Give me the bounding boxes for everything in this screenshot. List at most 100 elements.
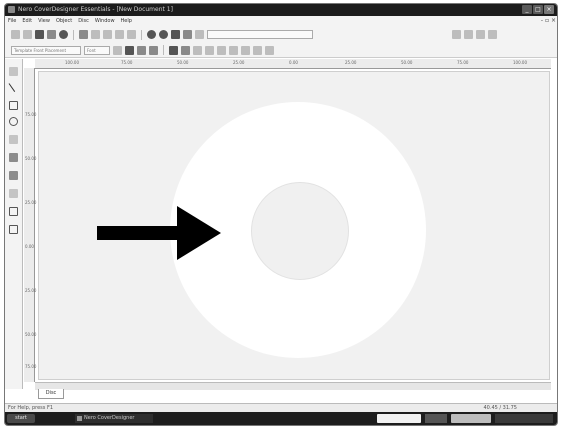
layer-icon[interactable] <box>241 45 250 55</box>
globe-icon[interactable] <box>59 30 68 39</box>
window-title: Nero CoverDesigner Essentials - [New Doc… <box>18 6 173 13</box>
taskbar-tray-field[interactable] <box>377 414 421 423</box>
status-help-text: For Help, press F1 <box>8 405 54 411</box>
menu-window[interactable]: Window <box>95 18 115 24</box>
app-icon <box>8 6 15 13</box>
toolbar-separator <box>141 29 142 40</box>
disc-center-hole[interactable] <box>251 182 349 280</box>
ruler-tick: 50.00 <box>25 332 37 337</box>
taskbar: start Nero CoverDesigner <box>5 412 557 425</box>
ruler-tick: 25.00 <box>25 288 37 293</box>
ruler-tick: 50.00 <box>25 156 37 161</box>
undo-icon[interactable] <box>147 30 156 39</box>
properties-icon[interactable] <box>195 30 204 39</box>
ruler-tick: 50.00 <box>401 60 413 65</box>
template-placement-select[interactable]: Template Front Placement <box>11 45 81 55</box>
window-controls: _ □ × <box>522 5 554 14</box>
application-window: Nero CoverDesigner Essentials - [New Doc… <box>4 3 558 426</box>
ruler-tick: 75.00 <box>25 112 37 117</box>
ungroup-icon[interactable] <box>229 45 238 55</box>
zoom-in-icon[interactable] <box>171 30 180 39</box>
align-left-icon[interactable] <box>169 45 178 55</box>
menu-file[interactable]: File <box>8 18 16 24</box>
zoom-select[interactable] <box>207 30 313 39</box>
design-canvas[interactable] <box>38 71 550 380</box>
vertical-ruler: 75.00 50.00 25.00 0.00 25.00 50.00 75.00 <box>24 68 37 382</box>
menu-disc[interactable]: Disc <box>78 18 89 24</box>
start-button[interactable]: start <box>7 414 35 423</box>
zoom-out-icon[interactable] <box>183 30 192 39</box>
horizontal-ruler: 100.00 75.00 50.00 25.00 0.00 25.00 50.0… <box>35 59 551 69</box>
text-tool-icon[interactable] <box>9 135 18 144</box>
text-color-icon[interactable] <box>113 45 122 55</box>
ellipse-tool-icon[interactable] <box>9 117 18 126</box>
select-tool-icon[interactable] <box>9 67 18 76</box>
rotate-icon[interactable] <box>265 45 274 55</box>
maximize-button[interactable]: □ <box>533 5 543 14</box>
image-tool-icon[interactable] <box>9 153 18 162</box>
image-icon[interactable] <box>488 30 497 39</box>
taskbar-tray-icons[interactable] <box>425 414 447 423</box>
menu-view[interactable]: View <box>38 18 50 24</box>
delete-icon[interactable] <box>127 30 136 39</box>
group-icon[interactable] <box>217 45 226 55</box>
brush-icon[interactable] <box>452 30 461 39</box>
arrow-head <box>177 206 221 260</box>
bold-icon[interactable] <box>125 45 134 55</box>
taskbar-tray-panel[interactable] <box>451 414 491 423</box>
flip-icon[interactable] <box>253 45 262 55</box>
menu-edit[interactable]: Edit <box>22 18 32 24</box>
pointer-arrow-icon <box>97 206 221 260</box>
ruler-tick: 100.00 <box>513 60 527 65</box>
drawing-tools-panel <box>5 59 23 389</box>
ruler-tick: 25.00 <box>25 200 37 205</box>
rectangle-tool-icon[interactable] <box>9 101 18 110</box>
menu-help[interactable]: Help <box>121 18 132 24</box>
ruler-tick: 75.00 <box>457 60 469 65</box>
close-button[interactable]: × <box>544 5 554 14</box>
fill-icon[interactable] <box>476 30 485 39</box>
table-tool-icon[interactable] <box>9 225 18 234</box>
ruler-tick: 50.00 <box>177 60 189 65</box>
ruler-tick: 25.00 <box>345 60 357 65</box>
redo-icon[interactable] <box>159 30 168 39</box>
frame-tool-icon[interactable] <box>9 207 18 216</box>
pen-icon[interactable] <box>464 30 473 39</box>
line-tool-icon[interactable] <box>8 83 16 92</box>
taskbar-item-nero[interactable]: Nero CoverDesigner <box>75 414 153 423</box>
ruler-tick: 0.00 <box>25 244 34 249</box>
toolbar-separator <box>73 29 74 40</box>
print-icon[interactable] <box>47 30 56 39</box>
ruler-tick: 100.00 <box>65 60 79 65</box>
title-bar[interactable]: Nero CoverDesigner Essentials - [New Doc… <box>5 4 557 16</box>
document-window-controls[interactable]: - ▫ × <box>541 17 556 24</box>
underline-icon[interactable] <box>149 45 158 55</box>
page-tab-disc[interactable]: Disc <box>38 389 64 399</box>
menu-object[interactable]: Object <box>56 18 72 24</box>
system-clock[interactable] <box>495 414 553 423</box>
font-select[interactable]: Font <box>84 45 110 55</box>
cut-icon[interactable] <box>115 30 124 39</box>
ruler-tick: 75.00 <box>121 60 133 65</box>
save-icon[interactable] <box>35 30 44 39</box>
format-toolbar: Template Front Placement Font <box>5 43 557 58</box>
new-document-icon[interactable] <box>11 30 20 39</box>
paste-icon[interactable] <box>103 30 112 39</box>
align-center-icon[interactable] <box>181 45 190 55</box>
align-right-icon[interactable] <box>193 45 202 55</box>
horizontal-scrollbar[interactable] <box>35 382 551 390</box>
toolbar-separator <box>163 45 164 55</box>
nero-app-icon <box>77 416 82 421</box>
fill-tool-icon[interactable] <box>9 171 18 180</box>
arrow-shaft <box>97 226 182 240</box>
menu-bar: File Edit View Object Disc Window Help -… <box>5 16 557 26</box>
barcode-tool-icon[interactable] <box>9 189 18 198</box>
taskbar-item-label: Nero CoverDesigner <box>84 415 135 421</box>
pointer-icon[interactable] <box>79 30 88 39</box>
minimize-button[interactable]: _ <box>522 5 532 14</box>
open-folder-icon[interactable] <box>23 30 32 39</box>
italic-icon[interactable] <box>137 45 146 55</box>
ruler-tick: 75.00 <box>25 364 37 369</box>
copy-icon[interactable] <box>91 30 100 39</box>
arrange-icon[interactable] <box>205 45 214 55</box>
